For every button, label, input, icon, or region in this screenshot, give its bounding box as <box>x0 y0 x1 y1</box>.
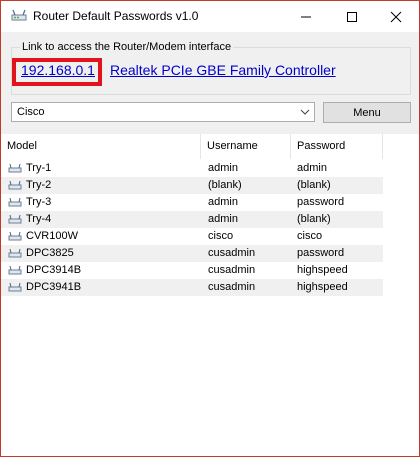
cell-password: admin <box>297 162 327 174</box>
table-row[interactable]: Try-1 admin admin <box>1 160 383 177</box>
router-icon <box>8 163 22 173</box>
chevron-down-icon[interactable] <box>300 106 310 118</box>
column-header-password[interactable]: Password <box>291 134 383 159</box>
menu-button[interactable]: Menu <box>323 102 411 123</box>
cell-model: Try-2 <box>26 179 52 191</box>
client-area: Link to access the Router/Modem interfac… <box>1 32 419 456</box>
router-icon <box>8 282 22 292</box>
cell-model: DPC3914B <box>26 264 82 276</box>
table-row[interactable]: CVR100W cisco cisco <box>1 228 383 245</box>
cell-model: DPC3941B <box>26 281 82 293</box>
brand-select-value: Cisco <box>17 106 45 118</box>
maximize-button[interactable] <box>329 1 375 32</box>
cell-model: Try-4 <box>26 213 52 225</box>
title-bar[interactable]: Router Default Passwords v1.0 <box>1 1 419 32</box>
table-row[interactable]: DPC3914B cusadmin highspeed <box>1 262 383 279</box>
table-row[interactable]: Try-2 (blank) (blank) <box>1 177 383 194</box>
cell-username: cusadmin <box>208 264 256 276</box>
table-row[interactable]: Try-4 admin (blank) <box>1 211 383 228</box>
cell-password: password <box>297 196 345 208</box>
passwords-table[interactable]: Model Username Password Try-1 admin admi… <box>1 134 419 456</box>
router-icon <box>8 214 22 224</box>
table-row[interactable]: DPC3825 cusadmin password <box>1 245 383 262</box>
cell-model: Try-3 <box>26 196 52 208</box>
router-icon <box>8 265 22 275</box>
router-icon <box>8 180 22 190</box>
cell-username: cusadmin <box>208 281 256 293</box>
router-icon <box>8 231 22 241</box>
minimize-icon <box>301 16 311 17</box>
cell-password: (blank) <box>297 179 331 191</box>
cell-username: admin <box>208 213 238 225</box>
column-header-model[interactable]: Model <box>1 134 201 159</box>
cell-username: admin <box>208 196 238 208</box>
cell-password: password <box>297 247 345 259</box>
cell-password: (blank) <box>297 213 331 225</box>
cell-username: cisco <box>208 230 234 242</box>
close-button[interactable] <box>373 1 419 32</box>
router-ip-link[interactable]: 192.168.0.1 <box>21 62 95 78</box>
router-icon <box>8 197 22 207</box>
group-legend: Link to access the Router/Modem interfac… <box>20 41 234 53</box>
brand-select[interactable]: Cisco <box>11 102 315 122</box>
app-window: Router Default Passwords v1.0 Link to ac… <box>0 0 420 457</box>
cell-password: cisco <box>297 230 323 242</box>
router-icon <box>11 9 27 21</box>
table-header: Model Username Password <box>1 134 419 159</box>
menu-button-label: Menu <box>353 106 381 119</box>
cell-model: CVR100W <box>26 230 78 242</box>
cell-model: DPC3825 <box>26 247 74 259</box>
router-icon <box>8 248 22 258</box>
maximize-icon <box>347 11 357 22</box>
cell-username: (blank) <box>208 179 242 191</box>
cell-password: highspeed <box>297 281 348 293</box>
cell-username: admin <box>208 162 238 174</box>
cell-password: highspeed <box>297 264 348 276</box>
column-header-username[interactable]: Username <box>201 134 291 159</box>
cell-model: Try-1 <box>26 162 52 174</box>
network-adapter-link[interactable]: Realtek PCIe GBE Family Controller <box>110 62 336 78</box>
window-title: Router Default Passwords v1.0 <box>33 9 199 23</box>
minimize-button[interactable] <box>283 1 329 32</box>
table-row[interactable]: DPC3941B cusadmin highspeed <box>1 279 383 296</box>
cell-username: cusadmin <box>208 247 256 259</box>
table-row[interactable]: Try-3 admin password <box>1 194 383 211</box>
close-icon <box>390 11 402 22</box>
